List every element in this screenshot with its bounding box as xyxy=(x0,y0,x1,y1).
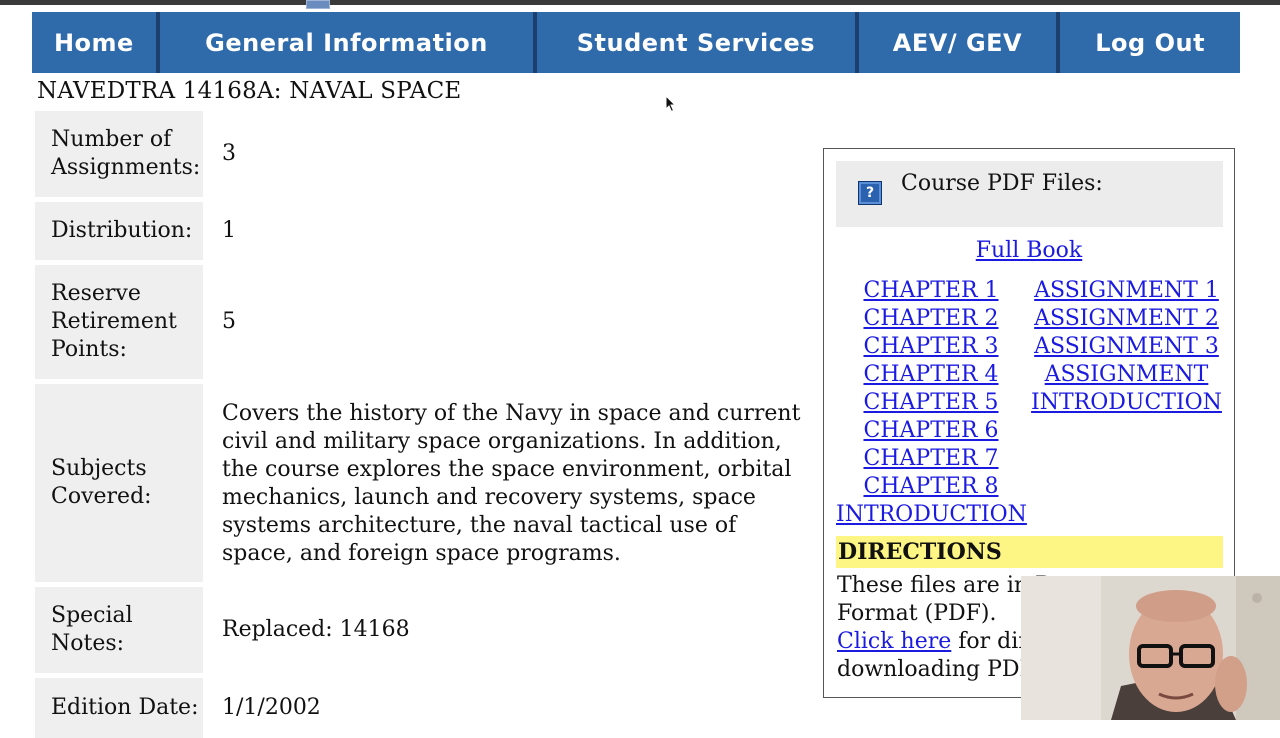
info-value: 5 xyxy=(222,309,236,334)
info-label: Special Notes: xyxy=(35,587,203,673)
pdf-panel-header: ? Course PDF Files: xyxy=(836,161,1223,227)
nav-home[interactable]: Home xyxy=(32,12,156,73)
info-value: Covers the history of the Navy in space … xyxy=(222,401,801,566)
info-row-special-notes: Special Notes: Replaced: 14168 xyxy=(35,587,807,673)
info-value: 1/1/2002 xyxy=(222,695,321,720)
info-label: Number of Assignments: xyxy=(35,111,203,197)
assignment-introduction-link-line2[interactable]: INTRODUCTION xyxy=(1029,389,1224,417)
nav-log-out[interactable]: Log Out xyxy=(1060,12,1240,73)
info-row-edition-date: Edition Date: 1/1/2002 xyxy=(35,678,807,738)
info-value: Replaced: 14168 xyxy=(222,617,410,642)
info-value: 3 xyxy=(222,141,236,166)
browser-tab-sliver[interactable] xyxy=(306,0,330,9)
chapter-links: CHAPTER 1 CHAPTER 2 CHAPTER 3 CHAPTER 4 … xyxy=(836,277,1027,529)
webcam-overlay xyxy=(1021,576,1280,720)
chapter-2-link[interactable]: CHAPTER 2 xyxy=(836,305,1026,333)
directions-heading: DIRECTIONS xyxy=(836,536,1223,568)
info-row-retirement-points: Reserve Retirement Points: 5 xyxy=(35,265,807,379)
info-row-subjects: Subjects Covered: Covers the history of … xyxy=(35,384,807,582)
chapter-7-link[interactable]: CHAPTER 7 xyxy=(836,445,1026,473)
assignment-3-link[interactable]: ASSIGNMENT 3 xyxy=(1029,333,1224,361)
info-label: Distribution: xyxy=(35,202,203,260)
nav-aev-gev[interactable]: AEV/ GEV xyxy=(859,12,1057,73)
pdf-panel-title: Course PDF Files: xyxy=(901,171,1103,196)
info-row-assignments: Number of Assignments: 3 xyxy=(35,111,807,197)
assignment-1-link[interactable]: ASSIGNMENT 1 xyxy=(1029,277,1224,305)
chapter-1-link[interactable]: CHAPTER 1 xyxy=(836,277,1026,305)
assignment-links: ASSIGNMENT 1 ASSIGNMENT 2 ASSIGNMENT 3 A… xyxy=(1029,277,1224,417)
info-row-distribution: Distribution: 1 xyxy=(35,202,807,260)
chapter-4-link[interactable]: CHAPTER 4 xyxy=(836,361,1026,389)
full-book-link[interactable]: Full Book xyxy=(976,238,1083,263)
nav-student-services[interactable]: Student Services xyxy=(537,12,854,73)
info-label: Subjects Covered: xyxy=(35,384,203,582)
chapter-introduction-link[interactable]: INTRODUCTION xyxy=(836,501,1027,529)
click-here-link[interactable]: Click here xyxy=(837,629,951,654)
help-icon[interactable]: ? xyxy=(858,181,882,205)
chapter-6-link[interactable]: CHAPTER 6 xyxy=(836,417,1026,445)
presenter-video xyxy=(1021,576,1280,720)
nav-general-information[interactable]: General Information xyxy=(160,12,533,73)
assignment-introduction-link[interactable]: ASSIGNMENT xyxy=(1029,361,1224,389)
info-label: Edition Date: xyxy=(35,678,203,738)
full-book-container: Full Book xyxy=(824,237,1234,265)
chapter-8-link[interactable]: CHAPTER 8 xyxy=(836,473,1026,501)
info-label: Reserve Retirement Points: xyxy=(35,265,203,379)
chapter-3-link[interactable]: CHAPTER 3 xyxy=(836,333,1026,361)
assignment-2-link[interactable]: ASSIGNMENT 2 xyxy=(1029,305,1224,333)
page-title: NAVEDTRA 14168A: NAVAL SPACE xyxy=(37,78,462,104)
browser-top-edge xyxy=(0,0,1280,5)
info-value: 1 xyxy=(222,218,236,243)
main-nav: Home General Information Student Service… xyxy=(32,12,1240,73)
chapter-5-link[interactable]: CHAPTER 5 xyxy=(836,389,1026,417)
